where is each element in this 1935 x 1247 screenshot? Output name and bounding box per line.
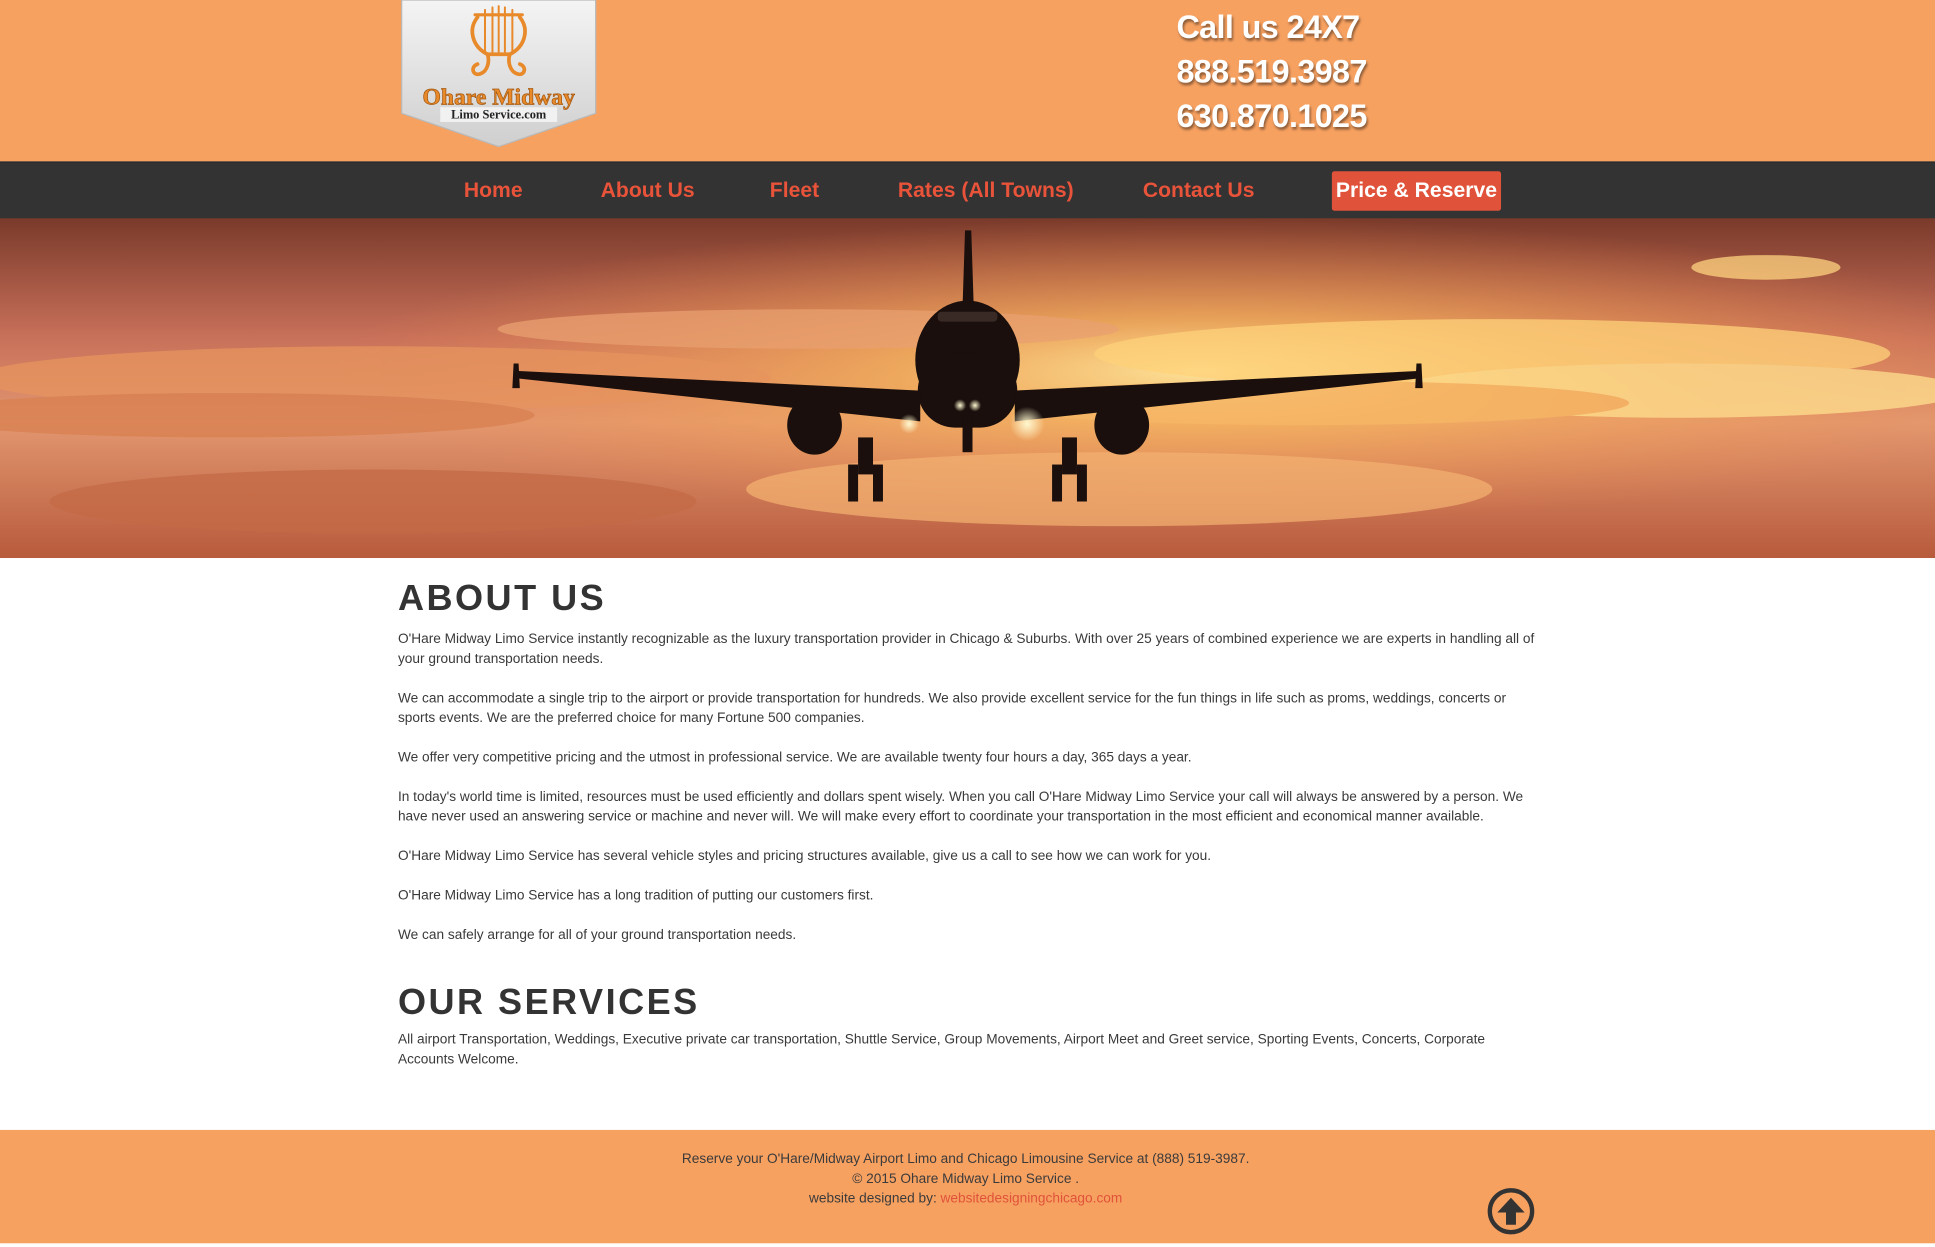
about-paragraph: We offer very competitive pricing and th… xyxy=(397,750,1192,766)
scroll-top-button[interactable] xyxy=(1486,1187,1536,1236)
site-header: Ohare Midway Limo Service.com Call us 24… xyxy=(0,0,1935,162)
call-label: Call us 24X7 xyxy=(1176,8,1360,46)
footer-designer-line: website designed by: websitedesigningchi… xyxy=(0,1189,1931,1209)
hero-banner xyxy=(0,218,1935,559)
phone-number-1[interactable]: 888.519.3987 xyxy=(1176,49,1367,93)
price-reserve-button[interactable]: Price & Reserve xyxy=(1331,171,1502,211)
nav-fleet[interactable]: Fleet xyxy=(770,163,819,220)
phone-block: Call us 24X7 888.519.3987 630.870.1025 xyxy=(1176,5,1367,138)
designer-link[interactable]: websitedesigningchicago.com xyxy=(941,1192,1123,1207)
about-paragraph: We can safely arrange for all of your gr… xyxy=(397,927,797,943)
about-title: ABOUT US xyxy=(397,579,607,619)
site-logo[interactable]: Ohare Midway Limo Service.com xyxy=(400,0,597,148)
phone-number-2[interactable]: 630.870.1025 xyxy=(1176,94,1367,138)
about-paragraph: O'Hare Midway Limo Service has a long tr… xyxy=(397,888,874,904)
about-paragraph: We can accommodate a single trip to the … xyxy=(397,691,1507,726)
designed-by-label: website designed by: xyxy=(808,1191,937,1207)
lyre-logo-icon: Ohare Midway Limo Service.com xyxy=(401,0,597,148)
footer-reserve-line: Reserve your O'Hare/Midway Airport Limo … xyxy=(681,1152,1250,1167)
arrow-up-circle-icon xyxy=(1487,1188,1535,1235)
main-nav: Home About Us Fleet Rates (All Towns) Co… xyxy=(0,161,1935,220)
footer-text: Reserve your O'Hare/Midway Airport Limo … xyxy=(0,1150,1931,1209)
about-paragraph: O'Hare Midway Limo Service instantly rec… xyxy=(397,632,1535,667)
nav-about-us[interactable]: About Us xyxy=(601,163,695,220)
nav-contact-us[interactable]: Contact Us xyxy=(1143,163,1255,220)
footer-copyright: © 2015 Ohare Midway Limo Service . xyxy=(852,1171,1080,1187)
services-text: All airport Transportation, Weddings, Ex… xyxy=(397,1032,1485,1068)
about-paragraph: O'Hare Midway Limo Service has several v… xyxy=(397,848,1212,864)
nav-rates[interactable]: Rates (All Towns) xyxy=(898,163,1074,220)
services-title: OUR SERVICES xyxy=(397,983,700,1023)
airplane-sunset-image xyxy=(0,218,1935,559)
logo-text-sub: Limo Service.com xyxy=(451,107,547,121)
about-section: ABOUT US O'Hare Midway Limo Service inst… xyxy=(398,574,1542,965)
nav-home[interactable]: Home xyxy=(464,163,523,220)
about-paragraph: In today's world time is limited, resour… xyxy=(397,789,1524,825)
site-footer: Reserve your O'Hare/Midway Airport Limo … xyxy=(0,1129,1935,1244)
page: Ohare Midway Limo Service.com Call us 24… xyxy=(0,0,1935,1247)
